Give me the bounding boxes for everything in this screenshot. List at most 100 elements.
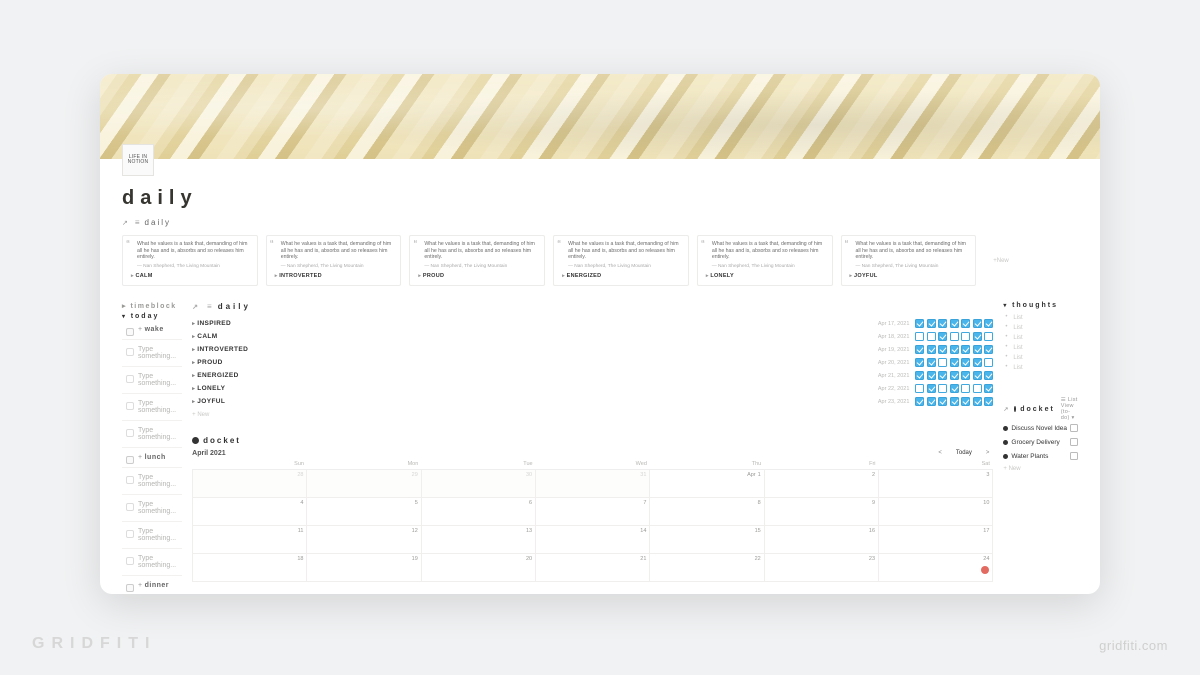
checkbox[interactable] — [927, 371, 936, 380]
checkbox[interactable] — [984, 397, 993, 406]
checkbox[interactable] — [927, 319, 936, 328]
event-indicator[interactable] — [981, 566, 989, 574]
timeblock-empty-row[interactable]: Type something... — [122, 495, 182, 522]
thought-placeholder[interactable]: List — [1003, 333, 1078, 343]
calendar-cell[interactable]: 24 — [879, 554, 993, 582]
checkbox[interactable] — [938, 371, 947, 380]
calendar-next-button[interactable]: > — [982, 449, 994, 457]
docket-list-header[interactable]: docket ☰ List View (to-do) ▾ — [1003, 397, 1078, 421]
thoughts-toggle[interactable]: thoughts — [1003, 302, 1078, 309]
checkbox[interactable] — [915, 345, 924, 354]
calendar-cell[interactable]: 4 — [193, 498, 307, 526]
quote-card[interactable]: What he values is a task that, demanding… — [553, 235, 689, 286]
calendar-cell[interactable]: 28 — [193, 470, 307, 498]
checkbox[interactable] — [915, 358, 924, 367]
checkbox[interactable] — [973, 371, 982, 380]
calendar-cell[interactable]: 18 — [193, 554, 307, 582]
calendar-grid[interactable]: SunMonTueWedThuFriSat 28293031Apr1234567… — [192, 459, 993, 582]
quote-card[interactable]: What he values is a task that, demanding… — [122, 235, 258, 286]
checkbox[interactable] — [950, 384, 959, 393]
timeblock-empty-row[interactable]: Type something... — [122, 394, 182, 421]
checkbox[interactable] — [961, 358, 970, 367]
checkbox[interactable] — [927, 332, 936, 341]
checkbox[interactable] — [973, 358, 982, 367]
checkbox[interactable] — [927, 397, 936, 406]
checkbox[interactable] — [938, 345, 947, 354]
checkbox[interactable] — [961, 397, 970, 406]
timeblock-empty-row[interactable]: Type something... — [122, 522, 182, 549]
task-row[interactable]: Water Plants — [1003, 449, 1078, 463]
calendar-cell[interactable]: 17 — [879, 526, 993, 554]
page-icon[interactable]: LIFE IN NOTION — [122, 144, 154, 176]
calendar-cell[interactable]: 31 — [536, 470, 650, 498]
timeblock-empty-row[interactable]: Type something... — [122, 421, 182, 448]
quote-card[interactable]: What he values is a task that, demanding… — [841, 235, 977, 286]
checkbox[interactable] — [984, 332, 993, 341]
checkbox[interactable] — [938, 358, 947, 367]
checkbox[interactable] — [984, 384, 993, 393]
checkbox[interactable] — [915, 397, 924, 406]
checkbox[interactable] — [984, 371, 993, 380]
checkbox[interactable] — [927, 358, 936, 367]
timeblock-item[interactable]: dinner — [122, 576, 182, 594]
checkbox[interactable] — [927, 384, 936, 393]
calendar-cell[interactable]: 7 — [536, 498, 650, 526]
tracker-row[interactable]: ENERGIZEDApr 21, 2021 — [192, 369, 993, 382]
checkbox[interactable] — [950, 345, 959, 354]
thought-placeholder[interactable]: List — [1003, 363, 1078, 373]
checkbox[interactable] — [950, 397, 959, 406]
calendar-today-button[interactable]: Today — [952, 449, 976, 457]
checkbox[interactable] — [950, 319, 959, 328]
checkbox[interactable] — [984, 358, 993, 367]
task-checkbox[interactable] — [1070, 424, 1078, 432]
calendar-cell[interactable]: 6 — [421, 498, 535, 526]
calendar-cell[interactable]: 14 — [536, 526, 650, 554]
timeblock-item[interactable]: wake — [122, 320, 182, 340]
checkbox[interactable] — [961, 345, 970, 354]
quote-card[interactable]: What he values is a task that, demanding… — [409, 235, 545, 286]
calendar-cell[interactable]: 29 — [307, 470, 421, 498]
timeblock-empty-row[interactable]: Type something... — [122, 468, 182, 495]
calendar-cell[interactable]: 22 — [650, 554, 764, 582]
checkbox[interactable] — [938, 319, 947, 328]
calendar-prev-button[interactable]: < — [934, 449, 946, 457]
checkbox[interactable] — [973, 397, 982, 406]
calendar-cell[interactable]: 19 — [307, 554, 421, 582]
timeblock-empty-row[interactable]: Type something... — [122, 367, 182, 394]
checkbox[interactable] — [961, 384, 970, 393]
calendar-cell[interactable]: 11 — [193, 526, 307, 554]
daily-tracker-new[interactable]: New — [192, 412, 993, 418]
task-row[interactable]: Grocery Delivery — [1003, 435, 1078, 449]
checkbox[interactable] — [938, 384, 947, 393]
task-row[interactable]: Discuss Novel Idea — [1003, 421, 1078, 435]
calendar-cell[interactable]: 2 — [764, 470, 878, 498]
thought-placeholder[interactable]: List — [1003, 313, 1078, 323]
task-checkbox[interactable] — [1070, 438, 1078, 446]
checkbox[interactable] — [973, 384, 982, 393]
calendar-cell[interactable]: 20 — [421, 554, 535, 582]
checkbox[interactable] — [961, 371, 970, 380]
task-checkbox[interactable] — [1070, 452, 1078, 460]
timeblock-empty-row[interactable]: Type something... — [122, 549, 182, 576]
checkbox[interactable] — [915, 384, 924, 393]
thought-placeholder[interactable]: List — [1003, 343, 1078, 353]
checkbox[interactable] — [973, 319, 982, 328]
checkbox[interactable] — [961, 332, 970, 341]
docket-new-task[interactable]: New — [1003, 466, 1078, 472]
checkbox[interactable] — [915, 332, 924, 341]
tracker-row[interactable]: JOYFULApr 23, 2021 — [192, 395, 993, 408]
cover-image[interactable] — [100, 74, 1100, 159]
checkbox[interactable] — [938, 332, 947, 341]
calendar-cell[interactable]: 13 — [421, 526, 535, 554]
checkbox[interactable] — [950, 358, 959, 367]
quote-card[interactable]: What he values is a task that, demanding… — [697, 235, 833, 286]
view-switcher[interactable]: ☰ List View (to-do) ▾ — [1061, 397, 1078, 421]
thought-placeholder[interactable]: List — [1003, 323, 1078, 333]
linked-database-header[interactable]: daily — [122, 218, 1078, 227]
checkbox[interactable] — [915, 319, 924, 328]
calendar-cell[interactable]: 12 — [307, 526, 421, 554]
calendar-cell[interactable]: 21 — [536, 554, 650, 582]
checkbox[interactable] — [984, 319, 993, 328]
calendar-cell[interactable]: 23 — [764, 554, 878, 582]
calendar-cell[interactable]: 8 — [650, 498, 764, 526]
